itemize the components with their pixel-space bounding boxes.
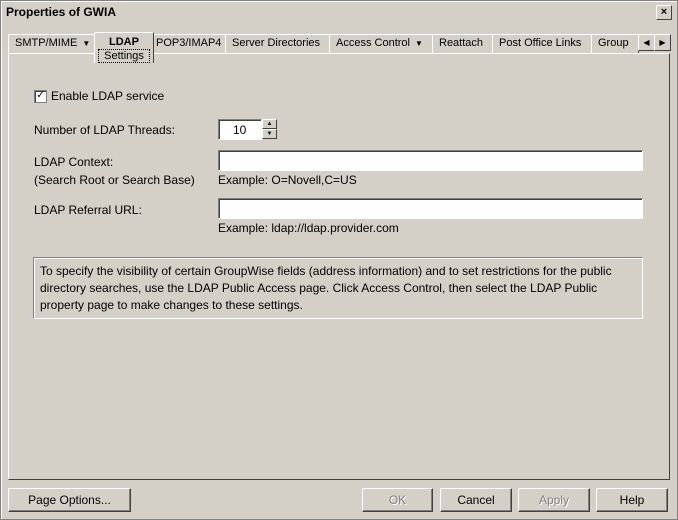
page-options-button[interactable]: Page Options... xyxy=(8,488,131,512)
ok-button[interactable]: OK xyxy=(362,488,433,512)
tab-label: Reattach xyxy=(439,37,484,49)
tab-label: Post Office Links xyxy=(499,37,582,49)
spin-up-icon[interactable]: ▲ xyxy=(262,119,277,129)
tab-label: Group xyxy=(598,37,629,49)
referral-example: Example: ldap://ldap.provider.com xyxy=(218,221,399,235)
tab-post-office-links[interactable]: Post Office Links xyxy=(492,34,594,53)
tab-label: SMTP/MIME xyxy=(15,37,78,49)
referral-label: LDAP Referral URL: xyxy=(34,203,142,217)
threads-label: Number of LDAP Threads: xyxy=(34,123,175,137)
tab-group[interactable]: Group xyxy=(591,34,639,53)
apply-button[interactable]: Apply xyxy=(518,488,590,512)
tab-reattach[interactable]: Reattach xyxy=(432,34,496,53)
tab-ldap[interactable]: LDAP Settings xyxy=(94,32,154,63)
window-title: Properties of GWIA xyxy=(6,5,117,19)
threads-spinner: ▲ ▼ xyxy=(262,119,277,139)
tab-label: Access Control xyxy=(336,37,410,49)
close-icon[interactable]: × xyxy=(656,5,672,20)
tab-label: LDAP xyxy=(109,36,139,48)
info-box: To specify the visibility of certain Gro… xyxy=(33,257,643,319)
spin-down-icon[interactable]: ▼ xyxy=(262,129,277,139)
dropdown-arrow-icon: ▼ xyxy=(414,39,423,48)
tab-label: POP3/IMAP4 xyxy=(156,37,222,49)
tab-pop3-imap4[interactable]: POP3/IMAP4 xyxy=(149,34,227,53)
enable-ldap-label: Enable LDAP service xyxy=(51,89,165,103)
context-label: LDAP Context: xyxy=(34,155,114,169)
tab-sublabel: Settings xyxy=(98,49,150,63)
tab-smtp-mime[interactable]: SMTP/MIME ▼ xyxy=(8,34,95,53)
referral-input[interactable] xyxy=(218,198,643,219)
context-input[interactable] xyxy=(218,150,643,171)
tab-strip: SMTP/MIME ▼ LDAP Settings POP3/IMAP4 Serv… xyxy=(8,32,671,63)
threads-input[interactable]: 10 xyxy=(218,119,262,140)
scroll-right-icon[interactable]: ▶ xyxy=(654,34,671,51)
context-sublabel: (Search Root or Search Base) xyxy=(34,173,195,187)
scroll-left-icon[interactable]: ◀ xyxy=(638,34,655,51)
context-example: Example: O=Novell,C=US xyxy=(218,173,357,187)
tab-label: Server Directories xyxy=(232,37,321,49)
tab-server-directories[interactable]: Server Directories xyxy=(225,34,332,53)
help-button[interactable]: Help xyxy=(596,488,668,512)
tab-access-control[interactable]: Access Control ▼ xyxy=(329,34,434,53)
cancel-button[interactable]: Cancel xyxy=(440,488,512,512)
dropdown-arrow-icon: ▼ xyxy=(82,39,91,48)
threads-value: 10 xyxy=(233,123,247,137)
title-bar: Properties of GWIA × xyxy=(3,3,676,21)
info-text: To specify the visibility of certain Gro… xyxy=(40,264,612,312)
enable-ldap-checkbox[interactable]: ✓ xyxy=(34,90,47,103)
